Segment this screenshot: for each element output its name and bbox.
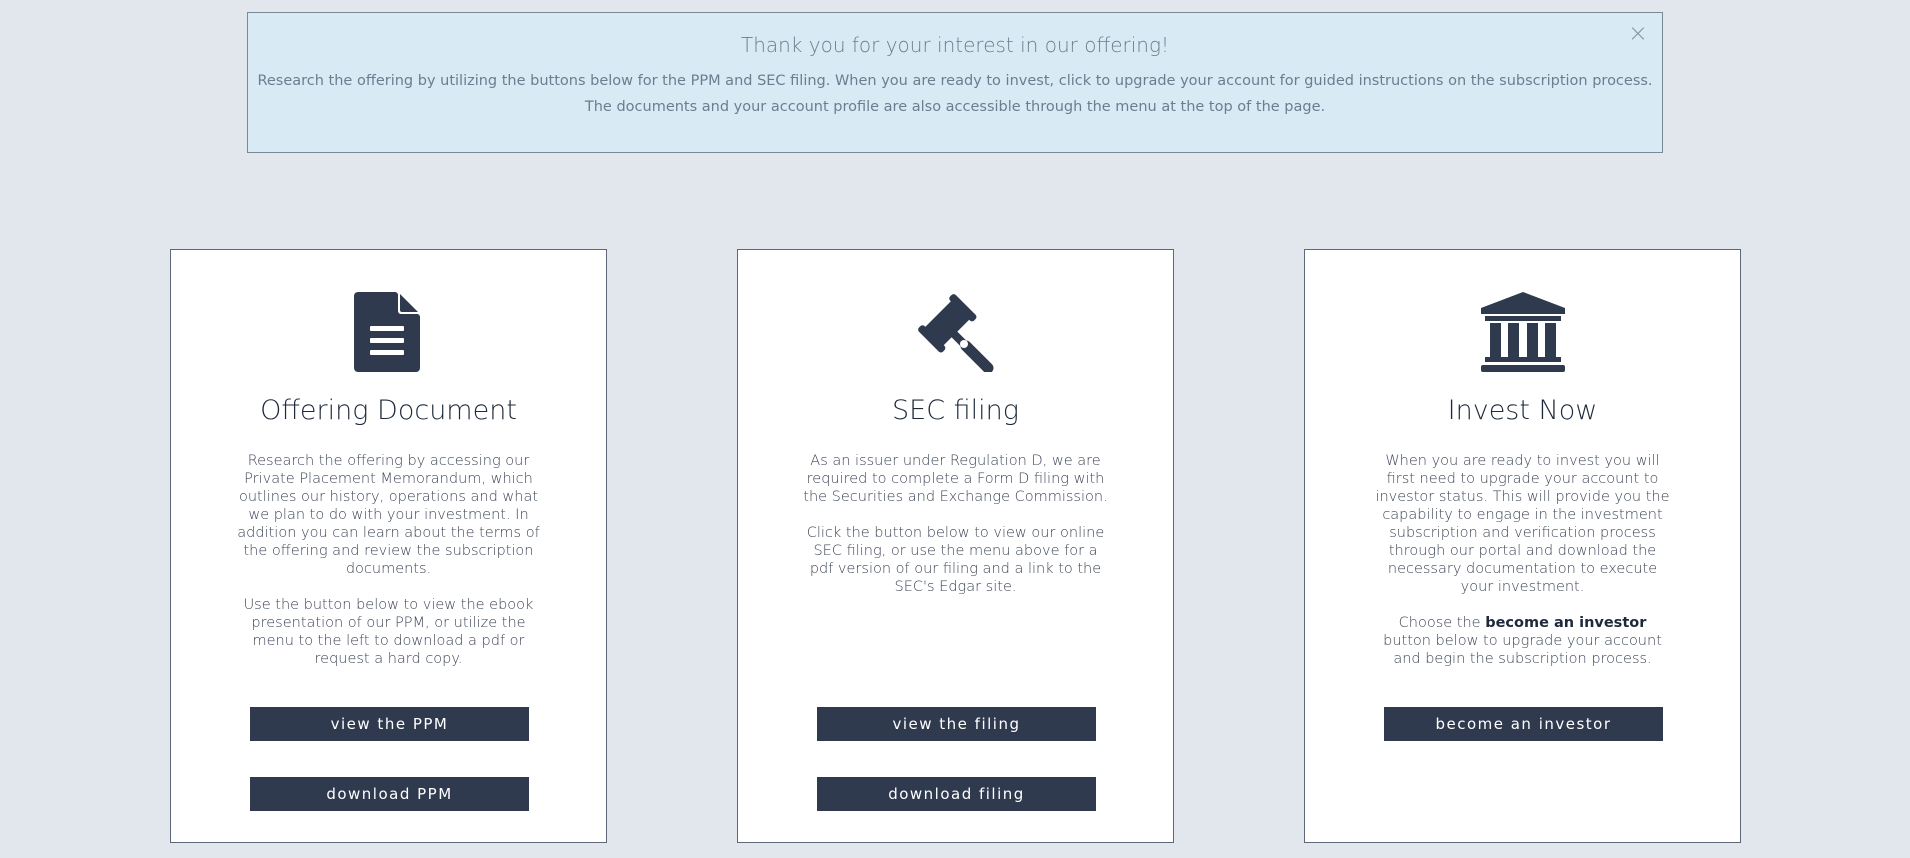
card-paragraph: Research the offering by accessing our P…	[237, 453, 540, 577]
alert-title: Thank you for your interest in our offer…	[740, 33, 1170, 57]
download-ppm-button[interactable]: download PPM	[250, 777, 529, 811]
alert-message-line1: Research the offering by utilizing the b…	[257, 73, 1653, 89]
card-description: Research the offering by accessing our P…	[235, 452, 542, 686]
text-suffix: button below to upgrade your account and…	[1383, 633, 1662, 667]
become-investor-button[interactable]: become an investor	[1384, 707, 1663, 741]
view-ppm-button[interactable]: view the PPM	[250, 707, 529, 741]
gavel-icon	[738, 292, 1173, 376]
sec-filing-card: SEC filing As an issuer under Regulation…	[737, 249, 1174, 843]
card-paragraph: Click the button below to view our onlin…	[806, 525, 1105, 595]
become-investor-emphasis: become an investor	[1485, 615, 1647, 631]
card-title: SEC filing	[892, 395, 1019, 426]
invest-now-card: Invest Now When you are ready to invest …	[1304, 249, 1741, 843]
view-filing-button[interactable]: view the filing	[817, 707, 1096, 741]
card-description: As an issuer under Regulation D, we are …	[802, 452, 1109, 614]
offering-document-card: Offering Document Research the offering …	[170, 249, 607, 843]
card-title: Offering Document	[260, 395, 517, 426]
download-filing-button[interactable]: download filing	[817, 777, 1096, 811]
card-paragraph: Use the button below to view the ebook p…	[243, 597, 534, 667]
card-paragraph: When you are ready to invest you will fi…	[1375, 453, 1670, 595]
close-icon[interactable]: ×	[1628, 21, 1648, 45]
info-alert: × Thank you for your interest in our off…	[247, 12, 1663, 153]
alert-message-line2: The documents and your account profile a…	[584, 99, 1326, 115]
card-paragraph: Choose the become an investor button bel…	[1375, 614, 1670, 668]
card-title: Invest Now	[1447, 395, 1598, 426]
text-prefix: Choose the	[1398, 615, 1486, 631]
card-paragraph: As an issuer under Regulation D, we are …	[803, 453, 1108, 505]
document-icon	[171, 292, 606, 376]
bank-icon	[1305, 292, 1740, 376]
card-description: When you are ready to invest you will fi…	[1375, 452, 1670, 686]
